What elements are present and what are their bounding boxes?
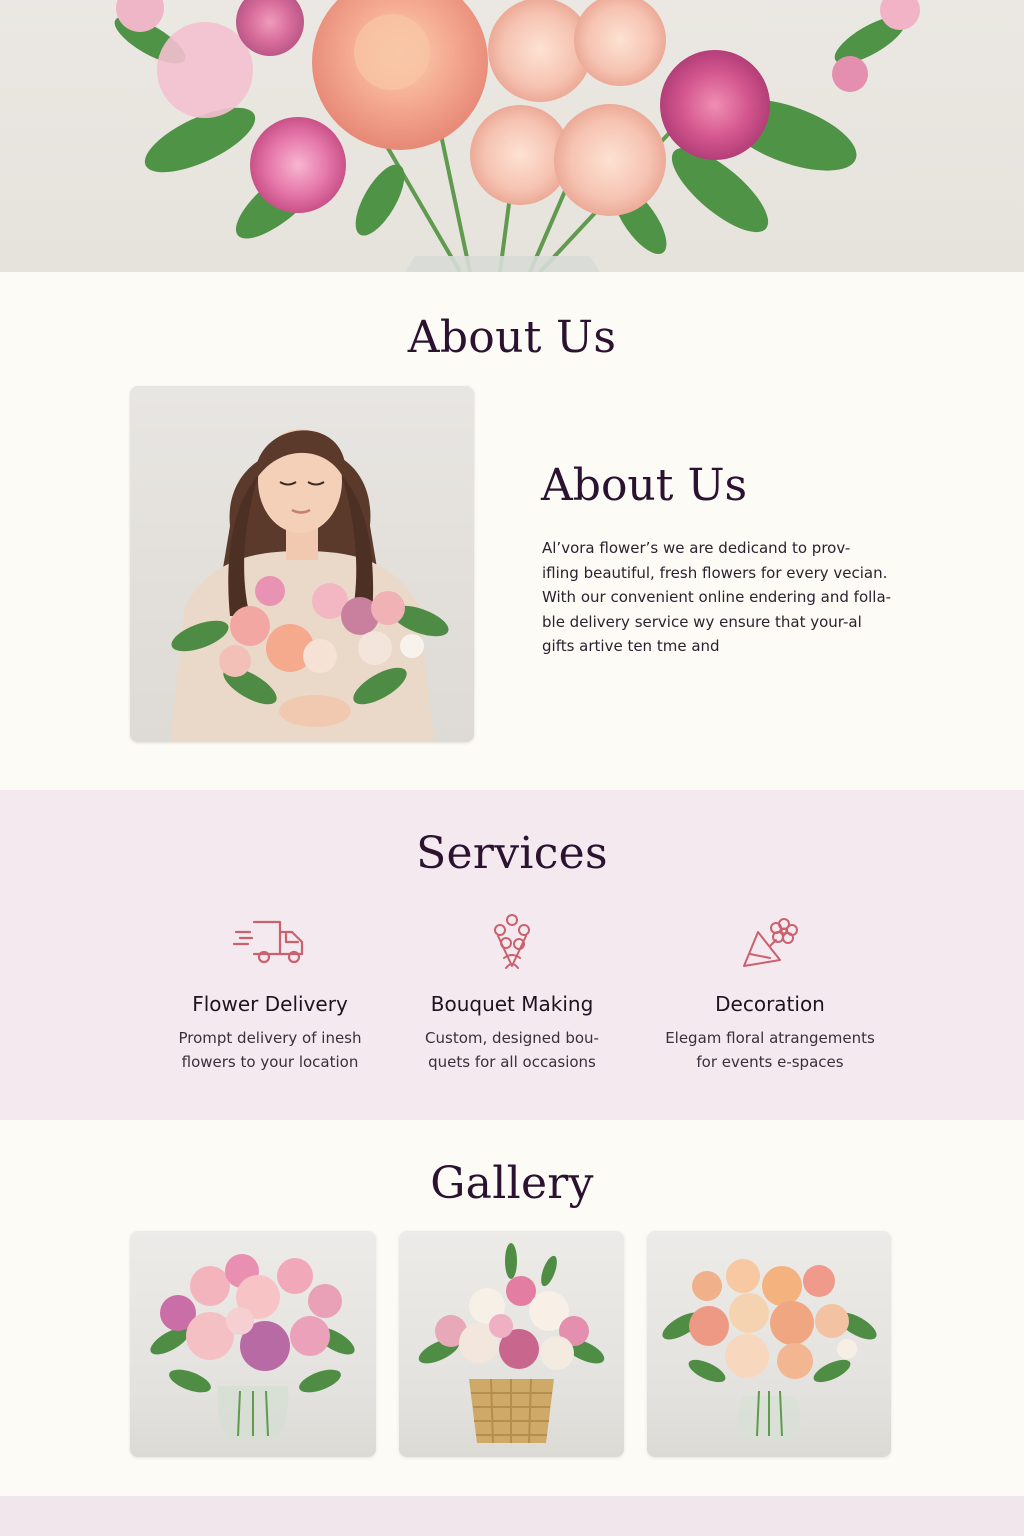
- service-description: Custom, designed bou- quets for all occa…: [407, 1026, 617, 1074]
- service-description-line: for events e-spaces: [696, 1053, 844, 1071]
- service-description-line: quets for all occasions: [428, 1053, 596, 1071]
- florist-photo: [130, 386, 474, 742]
- service-title: Bouquet Making: [430, 992, 594, 1016]
- service-card-flower-delivery[interactable]: Flower Delivery Prompt delivery of inesh…: [150, 910, 390, 1074]
- service-title: Decoration: [715, 992, 825, 1016]
- service-card-bouquet-making[interactable]: Bouquet Making Custom, designed bou- que…: [392, 910, 632, 1074]
- about-section: About Us About Us Al’vora flower’s we ar…: [0, 272, 1024, 790]
- page: About Us About Us Al’vora flower’s we ar…: [0, 0, 1024, 1536]
- gallery-item-basket-bouquet[interactable]: [399, 1231, 624, 1457]
- about-line: ble delivery service wy ensure that your…: [542, 612, 862, 631]
- bouquet-icon: [494, 914, 530, 969]
- service-title: Flower Delivery: [192, 992, 348, 1016]
- service-description-line: flowers to your location: [181, 1053, 359, 1071]
- decoration-icon: [743, 918, 798, 967]
- about-line: ifling beautiful, fresh flowers for ever…: [542, 563, 888, 582]
- about-description: Al’vora flower’s we are dedicand to prov…: [542, 536, 902, 659]
- service-description: Elegam floral atrangements for events e-…: [665, 1026, 875, 1074]
- services-section-title: Services: [416, 828, 608, 879]
- gallery-item-pink-bouquet[interactable]: [130, 1231, 376, 1457]
- gallery-item-peach-bouquet[interactable]: [647, 1231, 891, 1457]
- service-description-line: Custom, designed bou-: [425, 1029, 599, 1047]
- service-description-line: Prompt delivery of inesh: [178, 1029, 362, 1047]
- gallery-section-title: Gallery: [430, 1158, 594, 1209]
- service-card-decoration[interactable]: Decoration Elegam floral atrangements fo…: [650, 910, 890, 1074]
- service-description-line: Elegam floral atrangements: [665, 1029, 875, 1047]
- services-section: Services Flower Delivery Prompt delivery…: [0, 790, 1024, 1120]
- about-section-title: About Us: [407, 312, 617, 363]
- gallery-section: Gallery: [0, 1120, 1024, 1496]
- footer-band: [0, 1496, 1024, 1536]
- about-line: gifts artive ten tme and: [542, 637, 720, 655]
- about-line: Al’vora flower’s we are dedicand to prov…: [542, 539, 851, 557]
- hero-flower-image: [0, 0, 1024, 272]
- service-description: Prompt delivery of inesh flowers to your…: [165, 1026, 375, 1074]
- delivery-truck-icon: [232, 920, 304, 964]
- about-line: With our convenient online endering and …: [542, 588, 892, 606]
- about-heading: About Us: [541, 460, 748, 511]
